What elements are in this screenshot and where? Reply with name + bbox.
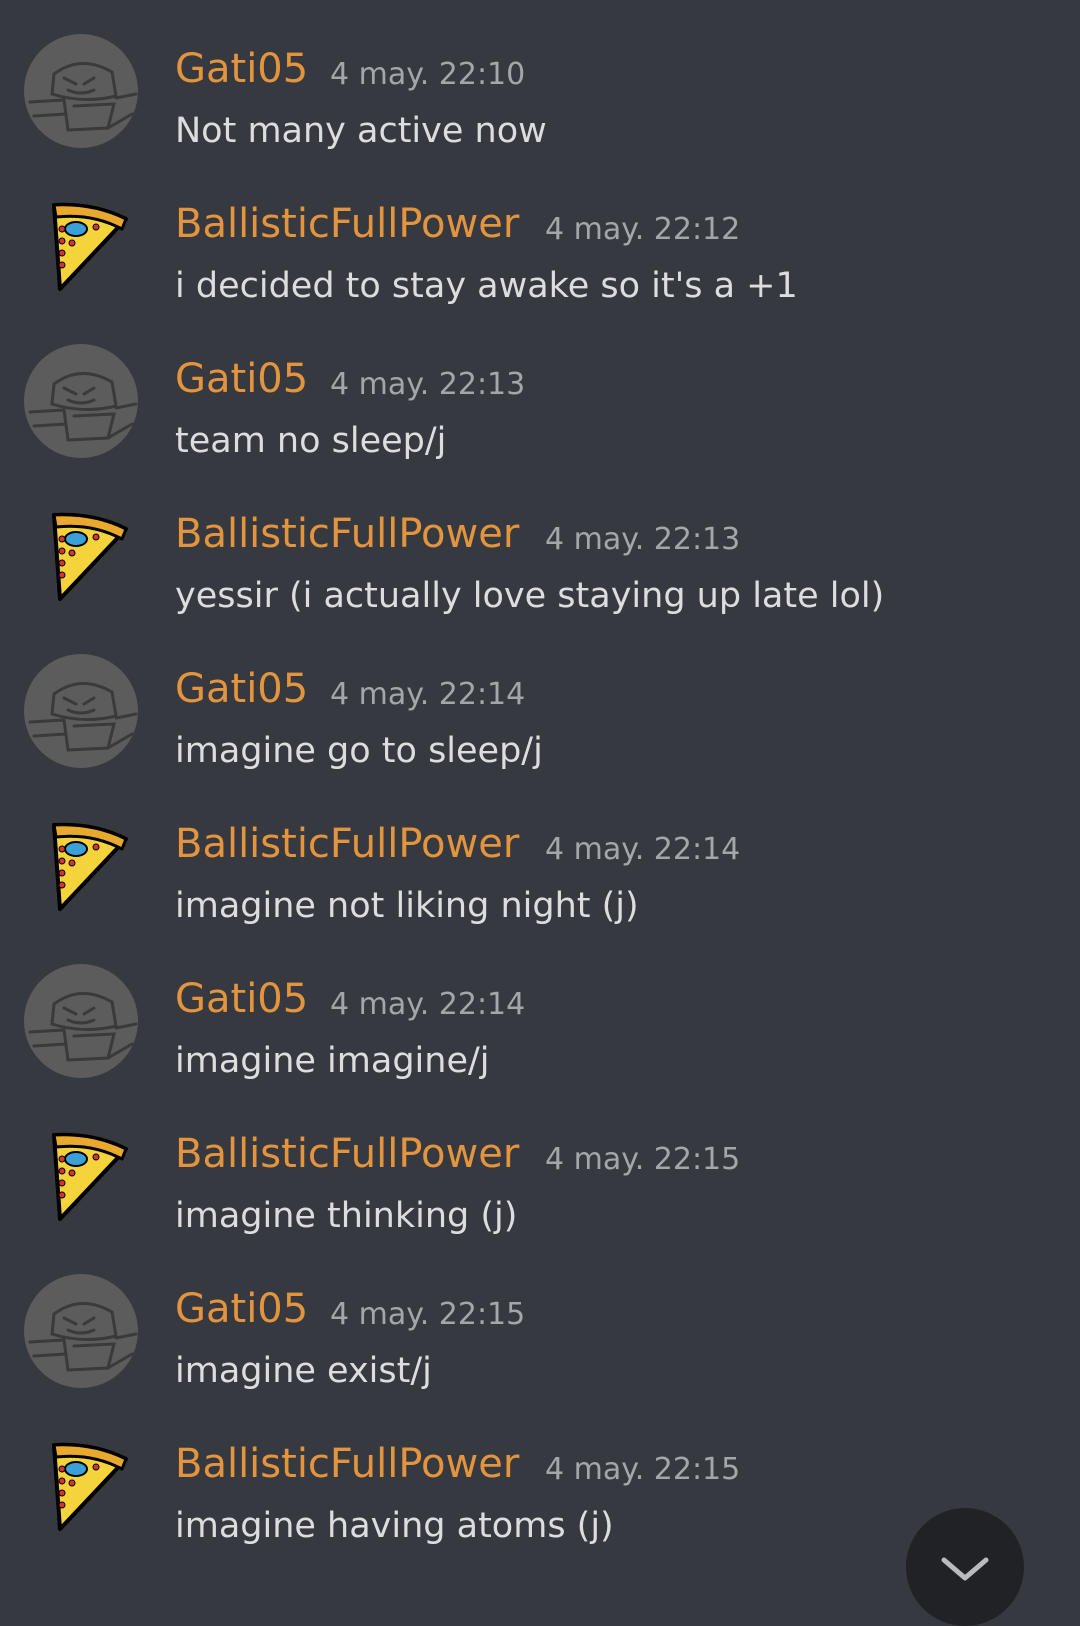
message-author[interactable]: Gati05 <box>175 974 308 1024</box>
message-content: imagine having atoms (j) <box>175 1506 614 1546</box>
pizza-avatar-icon[interactable] <box>24 809 138 923</box>
message: Gati05 4 may. 22:10 Not many active now <box>0 34 1080 189</box>
message-content: imagine not liking night (j) <box>175 886 639 926</box>
message-content: imagine thinking (j) <box>175 1196 518 1236</box>
gati-avatar-icon[interactable] <box>24 34 138 148</box>
message: Gati05 4 may. 22:14 imagine go to sleep/… <box>0 654 1080 809</box>
gati-avatar-icon[interactable] <box>24 654 138 768</box>
message-content: yessir (i actually love staying up late … <box>175 576 885 616</box>
jump-to-present-button[interactable] <box>906 1508 1024 1626</box>
message: Gati05 4 may. 22:13 team no sleep/j <box>0 344 1080 499</box>
pizza-avatar-icon[interactable] <box>24 499 138 613</box>
message-author[interactable]: BallisticFullPower <box>175 1439 519 1489</box>
message-timestamp: 4 may. 22:15 <box>545 1452 741 1487</box>
pizza-avatar-icon[interactable] <box>24 1429 138 1543</box>
message-author[interactable]: BallisticFullPower <box>175 1129 519 1179</box>
message-author[interactable]: Gati05 <box>175 354 308 404</box>
message-timestamp: 4 may. 22:15 <box>545 1142 741 1177</box>
chat-message-list[interactable]: Gati05 4 may. 22:10 Not many active now … <box>0 0 1080 1580</box>
message-author[interactable]: Gati05 <box>175 664 308 714</box>
message-timestamp: 4 may. 22:14 <box>545 832 741 867</box>
message-timestamp: 4 may. 22:14 <box>330 987 526 1022</box>
gati-avatar-icon[interactable] <box>24 1274 138 1388</box>
message: BallisticFullPower 4 may. 22:12 i decide… <box>0 189 1080 344</box>
message-author[interactable]: BallisticFullPower <box>175 509 519 559</box>
message-content: imagine go to sleep/j <box>175 731 543 771</box>
message: BallisticFullPower 4 may. 22:13 yessir (… <box>0 499 1080 654</box>
message-author[interactable]: Gati05 <box>175 44 308 94</box>
message-author[interactable]: BallisticFullPower <box>175 819 519 869</box>
message-timestamp: 4 may. 22:12 <box>545 212 741 247</box>
message-timestamp: 4 may. 22:10 <box>330 57 526 92</box>
message-content: i decided to stay awake so it's a +1 <box>175 266 798 306</box>
message: Gati05 4 may. 22:15 imagine exist/j <box>0 1274 1080 1429</box>
message-content: Not many active now <box>175 111 547 151</box>
gati-avatar-icon[interactable] <box>24 964 138 1078</box>
message: Gati05 4 may. 22:14 imagine imagine/j <box>0 964 1080 1119</box>
pizza-avatar-icon[interactable] <box>24 189 138 303</box>
message-content: imagine imagine/j <box>175 1041 490 1081</box>
message-timestamp: 4 may. 22:14 <box>330 677 526 712</box>
message: BallisticFullPower 4 may. 22:14 imagine … <box>0 809 1080 964</box>
message-author[interactable]: BallisticFullPower <box>175 199 519 249</box>
pizza-avatar-icon[interactable] <box>24 1119 138 1233</box>
message-timestamp: 4 may. 22:13 <box>330 367 526 402</box>
message-content: team no sleep/j <box>175 421 447 461</box>
message-timestamp: 4 may. 22:15 <box>330 1297 526 1332</box>
message: BallisticFullPower 4 may. 22:15 imagine … <box>0 1119 1080 1274</box>
message-timestamp: 4 may. 22:13 <box>545 522 741 557</box>
message-content: imagine exist/j <box>175 1351 432 1391</box>
message-author[interactable]: Gati05 <box>175 1284 308 1334</box>
gati-avatar-icon[interactable] <box>24 344 138 458</box>
